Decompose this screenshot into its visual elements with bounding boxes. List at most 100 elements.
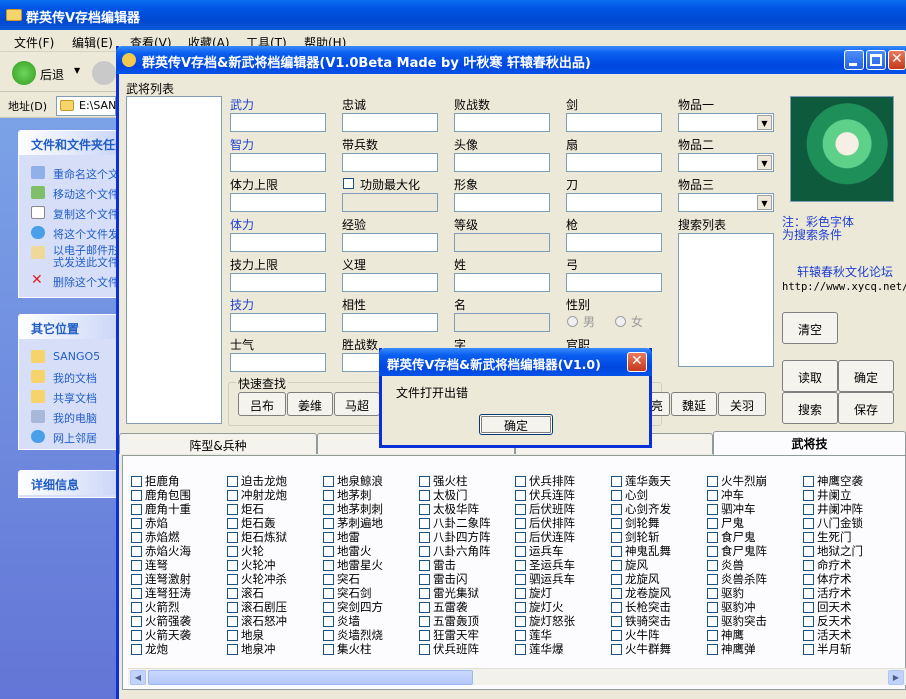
ming-input[interactable]: [454, 313, 550, 332]
maximize-button[interactable]: [866, 50, 886, 70]
skill-checkbox[interactable]: 龙卷旋风: [611, 587, 671, 600]
jingyan-input[interactable]: [342, 233, 438, 252]
skill-checkbox[interactable]: 八卦六角阵: [419, 545, 491, 558]
daibing-input[interactable]: [342, 153, 438, 172]
zhili-input[interactable]: [230, 153, 326, 172]
skill-checkbox[interactable]: 神鹰弹: [707, 643, 756, 656]
skill-checkbox[interactable]: 驷冲车: [707, 503, 756, 516]
skill-checkbox[interactable]: 驱豹: [707, 587, 744, 600]
skill-checkbox[interactable]: 火箭强袭: [131, 615, 191, 628]
details-title[interactable]: 详细信息: [19, 471, 127, 495]
jian-input[interactable]: [566, 113, 662, 132]
gongdong-input[interactable]: [342, 193, 438, 212]
skill-checkbox[interactable]: 后伏班阵: [515, 503, 575, 516]
scroll-right-icon[interactable]: ▶: [888, 670, 904, 685]
yili-input[interactable]: [342, 273, 438, 292]
skill-checkbox[interactable]: 地狱之门: [803, 545, 863, 558]
skill-checkbox[interactable]: 鹿角十重: [131, 503, 191, 516]
qiang-input[interactable]: [566, 233, 662, 252]
task-move[interactable]: 移动这个文件: [19, 183, 127, 203]
place-my-documents[interactable]: 我的文档: [19, 367, 127, 387]
skill-checkbox[interactable]: 炬石: [227, 503, 264, 516]
minimize-button[interactable]: [844, 50, 864, 70]
skill-checkbox[interactable]: 驱豹突击: [707, 615, 767, 628]
skill-checkbox[interactable]: 食尸鬼: [707, 531, 756, 544]
place-shared-documents[interactable]: 共享文档: [19, 387, 127, 407]
skill-checkbox[interactable]: 旋灯怒张: [515, 615, 575, 628]
skill-checkbox[interactable]: 赤焰火海: [131, 545, 191, 558]
other-places-title[interactable]: 其它位置: [19, 315, 127, 339]
skill-checkbox[interactable]: 雷光集狱: [419, 587, 479, 600]
skill-checkbox[interactable]: 八卦二象阵: [419, 517, 491, 530]
skill-checkbox[interactable]: 鹿角包围: [131, 489, 191, 502]
quick-search-guanyu-button[interactable]: 关羽: [718, 392, 766, 416]
skill-checkbox[interactable]: 炎兽: [707, 559, 744, 572]
skill-checkbox[interactable]: 驷运兵车: [515, 573, 575, 586]
skill-checkbox[interactable]: 冲车: [707, 489, 744, 502]
skill-checkbox[interactable]: 活疗术: [803, 587, 852, 600]
skill-checkbox[interactable]: 雷击闪: [419, 573, 468, 586]
xiangxing-input[interactable]: [342, 313, 438, 332]
skill-checkbox[interactable]: 连弩: [131, 559, 168, 572]
female-radio[interactable]: [615, 316, 626, 327]
menu-edit[interactable]: 编辑(E): [72, 34, 113, 51]
skill-checkbox[interactable]: 运兵车: [515, 545, 564, 558]
skill-checkbox[interactable]: 后伏连阵: [515, 531, 575, 544]
skill-checkbox[interactable]: 火轮冲杀: [227, 573, 287, 586]
save-button[interactable]: 保存: [838, 392, 894, 424]
skill-checkbox[interactable]: 莲华爆: [515, 643, 564, 656]
skill-checkbox[interactable]: 火箭烈: [131, 601, 180, 614]
skill-checkbox[interactable]: 剑轮舞: [611, 517, 660, 530]
jili-max-input[interactable]: [230, 273, 326, 292]
file-tasks-title[interactable]: 文件和文件夹任务: [19, 131, 127, 155]
skill-checkbox[interactable]: 井阑立: [803, 489, 852, 502]
xing-input[interactable]: [454, 273, 550, 292]
back-dropdown-icon[interactable]: ▼: [74, 66, 80, 75]
skill-checkbox[interactable]: 连弩激射: [131, 573, 191, 586]
skill-checkbox[interactable]: 集火柱: [323, 643, 372, 656]
skill-checkbox[interactable]: 强火柱: [419, 475, 468, 488]
skill-checkbox[interactable]: 茅刺遍地: [323, 517, 383, 530]
search-button[interactable]: 搜索: [782, 392, 838, 424]
skill-checkbox[interactable]: 地泉: [227, 629, 264, 642]
skill-checkbox[interactable]: 剑轮斩: [611, 531, 660, 544]
skill-checkbox[interactable]: 命疗术: [803, 559, 852, 572]
skill-checkbox[interactable]: 火箭天袭: [131, 629, 191, 642]
skill-checkbox[interactable]: 莲华: [515, 629, 552, 642]
search-list[interactable]: [678, 233, 774, 367]
skill-checkbox[interactable]: 地泉鲸浪: [323, 475, 383, 488]
skill-checkbox[interactable]: 圣运兵车: [515, 559, 575, 572]
skill-checkbox[interactable]: 迫击龙炮: [227, 475, 287, 488]
tab-formation[interactable]: 阵型&兵种: [119, 433, 317, 454]
skill-checkbox[interactable]: 突剑四方: [323, 601, 383, 614]
wupin2-select[interactable]: ▼: [678, 153, 774, 172]
skill-checkbox[interactable]: 连弩狂涛: [131, 587, 191, 600]
task-email[interactable]: 以电子邮件形式发送此文件: [19, 243, 127, 271]
skill-checkbox[interactable]: 回天术: [803, 601, 852, 614]
place-sango5[interactable]: SANGO5: [19, 347, 127, 367]
skill-checkbox[interactable]: 神鹰: [707, 629, 744, 642]
skill-checkbox[interactable]: 半月斩: [803, 643, 852, 656]
shengzhan-input[interactable]: [342, 353, 382, 372]
skill-checkbox[interactable]: 八卦四方阵: [419, 531, 491, 544]
skill-checkbox[interactable]: 地雷: [323, 531, 360, 544]
skill-checkbox[interactable]: 太极华阵: [419, 503, 479, 516]
skill-checkbox[interactable]: 炬石轰: [227, 517, 276, 530]
skill-checkbox[interactable]: 龙炮: [131, 643, 168, 656]
skill-checkbox[interactable]: 拒鹿角: [131, 475, 180, 488]
skill-checkbox[interactable]: 地泉冲: [227, 643, 276, 656]
skill-checkbox[interactable]: 地茅刺: [323, 489, 372, 502]
quick-search-lubu-button[interactable]: 吕布: [238, 392, 286, 416]
skill-checkbox[interactable]: 炎墙烈烧: [323, 629, 383, 642]
skill-checkbox[interactable]: 井阑冲阵: [803, 503, 863, 516]
skill-checkbox[interactable]: 活天术: [803, 629, 852, 642]
wupin3-select[interactable]: ▼: [678, 193, 774, 212]
skill-checkbox[interactable]: 赤焰燃: [131, 531, 180, 544]
quick-search-machao-button[interactable]: 马超: [334, 392, 380, 416]
task-copy[interactable]: 复制这个文件: [19, 203, 127, 223]
skill-checkbox[interactable]: 火轮: [227, 545, 264, 558]
skill-checkbox[interactable]: 旋风: [611, 559, 648, 572]
clear-button[interactable]: 清空: [782, 312, 838, 344]
horizontal-scrollbar[interactable]: ◀ ▶: [128, 668, 906, 685]
tab-general-skills[interactable]: 武将技: [713, 431, 906, 455]
